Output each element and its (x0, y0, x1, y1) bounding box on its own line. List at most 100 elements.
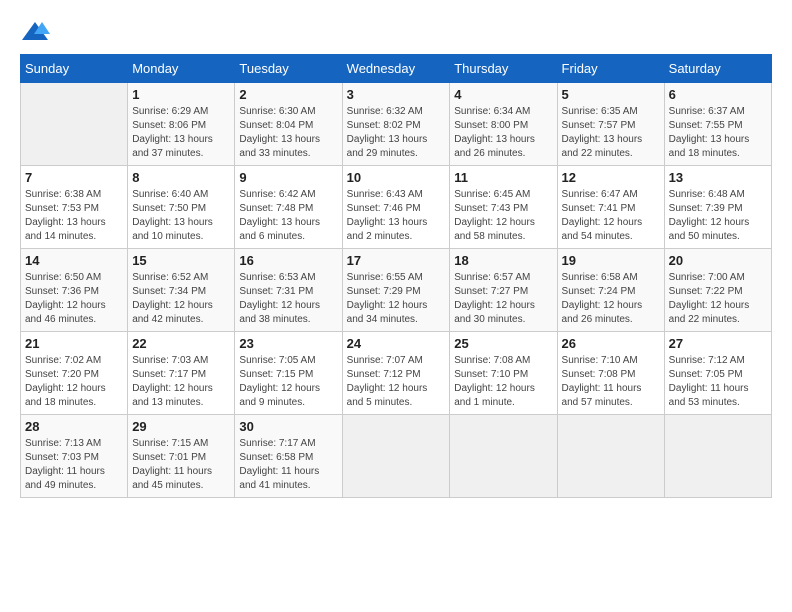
day-number: 26 (562, 336, 660, 351)
day-cell (342, 415, 450, 498)
day-cell (664, 415, 771, 498)
day-number: 25 (454, 336, 552, 351)
day-number: 20 (669, 253, 767, 268)
day-cell: 10 Sunrise: 6:43 AMSunset: 7:46 PMDayligh… (342, 166, 450, 249)
header-monday: Monday (128, 55, 235, 83)
header-tuesday: Tuesday (235, 55, 342, 83)
day-info: Sunrise: 6:40 AMSunset: 7:50 PMDaylight:… (132, 188, 230, 244)
day-cell: 7 Sunrise: 6:38 AMSunset: 7:53 PMDaylight… (21, 166, 128, 249)
day-cell: 16Sunrise: 6:53 AMSunset: 7:31 PMDayligh… (235, 249, 342, 332)
day-cell: 4 Sunrise: 6:34 AMSunset: 8:00 PMDaylight… (450, 83, 557, 166)
day-cell: 1 Sunrise: 6:29 AMSunset: 8:06 PMDaylight… (128, 83, 235, 166)
day-info: Sunrise: 6:37 AMSunset: 7:55 PMDaylight:… (669, 105, 767, 161)
day-info: Sunrise: 7:03 AMSunset: 7:17 PMDaylight:… (132, 354, 230, 410)
day-info: Sunrise: 6:38 AMSunset: 7:53 PMDaylight:… (25, 188, 123, 244)
day-number: 11 (454, 170, 552, 185)
day-info: Sunrise: 7:07 AMSunset: 7:12 PMDaylight:… (347, 354, 446, 410)
calendar-header-row: SundayMondayTuesdayWednesdayThursdayFrid… (21, 55, 772, 83)
day-info: Sunrise: 7:13 AMSunset: 7:03 PMDaylight:… (25, 437, 123, 493)
week-row-3: 14Sunrise: 6:50 AMSunset: 7:36 PMDayligh… (21, 249, 772, 332)
day-cell: 3 Sunrise: 6:32 AMSunset: 8:02 PMDaylight… (342, 83, 450, 166)
day-cell: 25Sunrise: 7:08 AMSunset: 7:10 PMDayligh… (450, 332, 557, 415)
header-friday: Friday (557, 55, 664, 83)
day-cell: 5 Sunrise: 6:35 AMSunset: 7:57 PMDaylight… (557, 83, 664, 166)
day-number: 10 (347, 170, 446, 185)
day-cell: 18Sunrise: 6:57 AMSunset: 7:27 PMDayligh… (450, 249, 557, 332)
day-number: 27 (669, 336, 767, 351)
header-wednesday: Wednesday (342, 55, 450, 83)
day-cell: 30 Sunrise: 7:17 AMSunset: 6:58 PMDayligh… (235, 415, 342, 498)
day-cell (557, 415, 664, 498)
day-number: 29 (132, 419, 230, 434)
day-number: 7 (25, 170, 123, 185)
day-cell: 2 Sunrise: 6:30 AMSunset: 8:04 PMDaylight… (235, 83, 342, 166)
day-cell: 14Sunrise: 6:50 AMSunset: 7:36 PMDayligh… (21, 249, 128, 332)
day-info: Sunrise: 6:30 AMSunset: 8:04 PMDaylight:… (239, 105, 337, 161)
day-info: Sunrise: 6:35 AMSunset: 7:57 PMDaylight:… (562, 105, 660, 161)
day-info: Sunrise: 7:12 AMSunset: 7:05 PMDaylight:… (669, 354, 767, 410)
day-number: 13 (669, 170, 767, 185)
header-saturday: Saturday (664, 55, 771, 83)
day-info: Sunrise: 7:10 AMSunset: 7:08 PMDaylight:… (562, 354, 660, 410)
day-cell: 11 Sunrise: 6:45 AMSunset: 7:43 PMDayligh… (450, 166, 557, 249)
day-cell: 23 Sunrise: 7:05 AMSunset: 7:15 PMDayligh… (235, 332, 342, 415)
day-number: 19 (562, 253, 660, 268)
day-cell: 21Sunrise: 7:02 AMSunset: 7:20 PMDayligh… (21, 332, 128, 415)
day-number: 22 (132, 336, 230, 351)
day-cell: 28 Sunrise: 7:13 AMSunset: 7:03 PMDayligh… (21, 415, 128, 498)
day-number: 16 (239, 253, 337, 268)
day-number: 30 (239, 419, 337, 434)
day-cell (450, 415, 557, 498)
day-info: Sunrise: 6:29 AMSunset: 8:06 PMDaylight:… (132, 105, 230, 161)
day-info: Sunrise: 7:17 AMSunset: 6:58 PMDaylight:… (239, 437, 337, 493)
day-cell: 27 Sunrise: 7:12 AMSunset: 7:05 PMDayligh… (664, 332, 771, 415)
day-number: 1 (132, 87, 230, 102)
day-number: 5 (562, 87, 660, 102)
day-info: Sunrise: 7:00 AMSunset: 7:22 PMDaylight:… (669, 271, 767, 327)
day-cell: 6Sunrise: 6:37 AMSunset: 7:55 PMDaylight… (664, 83, 771, 166)
day-info: Sunrise: 6:47 AMSunset: 7:41 PMDaylight:… (562, 188, 660, 244)
day-cell (21, 83, 128, 166)
day-number: 23 (239, 336, 337, 351)
logo (20, 20, 54, 44)
day-cell: 19 Sunrise: 6:58 AMSunset: 7:24 PMDayligh… (557, 249, 664, 332)
logo-icon (20, 20, 50, 44)
day-info: Sunrise: 6:52 AMSunset: 7:34 PMDaylight:… (132, 271, 230, 327)
day-info: Sunrise: 6:55 AMSunset: 7:29 PMDaylight:… (347, 271, 446, 327)
day-number: 3 (347, 87, 446, 102)
day-number: 18 (454, 253, 552, 268)
calendar-table: SundayMondayTuesdayWednesdayThursdayFrid… (20, 54, 772, 498)
day-cell: 15 Sunrise: 6:52 AMSunset: 7:34 PMDayligh… (128, 249, 235, 332)
day-number: 4 (454, 87, 552, 102)
header-sunday: Sunday (21, 55, 128, 83)
day-cell: 12 Sunrise: 6:47 AMSunset: 7:41 PMDayligh… (557, 166, 664, 249)
week-row-4: 21Sunrise: 7:02 AMSunset: 7:20 PMDayligh… (21, 332, 772, 415)
day-info: Sunrise: 6:43 AMSunset: 7:46 PMDaylight:… (347, 188, 446, 244)
day-cell: 17 Sunrise: 6:55 AMSunset: 7:29 PMDayligh… (342, 249, 450, 332)
day-number: 2 (239, 87, 337, 102)
day-info: Sunrise: 6:32 AMSunset: 8:02 PMDaylight:… (347, 105, 446, 161)
day-number: 28 (25, 419, 123, 434)
day-number: 12 (562, 170, 660, 185)
week-row-5: 28 Sunrise: 7:13 AMSunset: 7:03 PMDayligh… (21, 415, 772, 498)
day-number: 15 (132, 253, 230, 268)
day-cell: 29 Sunrise: 7:15 AMSunset: 7:01 PMDayligh… (128, 415, 235, 498)
day-info: Sunrise: 6:42 AMSunset: 7:48 PMDaylight:… (239, 188, 337, 244)
day-info: Sunrise: 6:34 AMSunset: 8:00 PMDaylight:… (454, 105, 552, 161)
day-info: Sunrise: 6:45 AMSunset: 7:43 PMDaylight:… (454, 188, 552, 244)
day-number: 8 (132, 170, 230, 185)
day-info: Sunrise: 7:05 AMSunset: 7:15 PMDaylight:… (239, 354, 337, 410)
page-header (20, 20, 772, 44)
header-thursday: Thursday (450, 55, 557, 83)
day-number: 21 (25, 336, 123, 351)
day-info: Sunrise: 6:50 AMSunset: 7:36 PMDaylight:… (25, 271, 123, 327)
day-info: Sunrise: 6:48 AMSunset: 7:39 PMDaylight:… (669, 188, 767, 244)
day-number: 17 (347, 253, 446, 268)
day-cell: 9Sunrise: 6:42 AMSunset: 7:48 PMDaylight… (235, 166, 342, 249)
day-cell: 8 Sunrise: 6:40 AMSunset: 7:50 PMDaylight… (128, 166, 235, 249)
day-info: Sunrise: 6:58 AMSunset: 7:24 PMDaylight:… (562, 271, 660, 327)
day-cell: 24Sunrise: 7:07 AMSunset: 7:12 PMDayligh… (342, 332, 450, 415)
day-info: Sunrise: 7:15 AMSunset: 7:01 PMDaylight:… (132, 437, 230, 493)
day-cell: 22 Sunrise: 7:03 AMSunset: 7:17 PMDayligh… (128, 332, 235, 415)
day-cell: 26 Sunrise: 7:10 AMSunset: 7:08 PMDayligh… (557, 332, 664, 415)
